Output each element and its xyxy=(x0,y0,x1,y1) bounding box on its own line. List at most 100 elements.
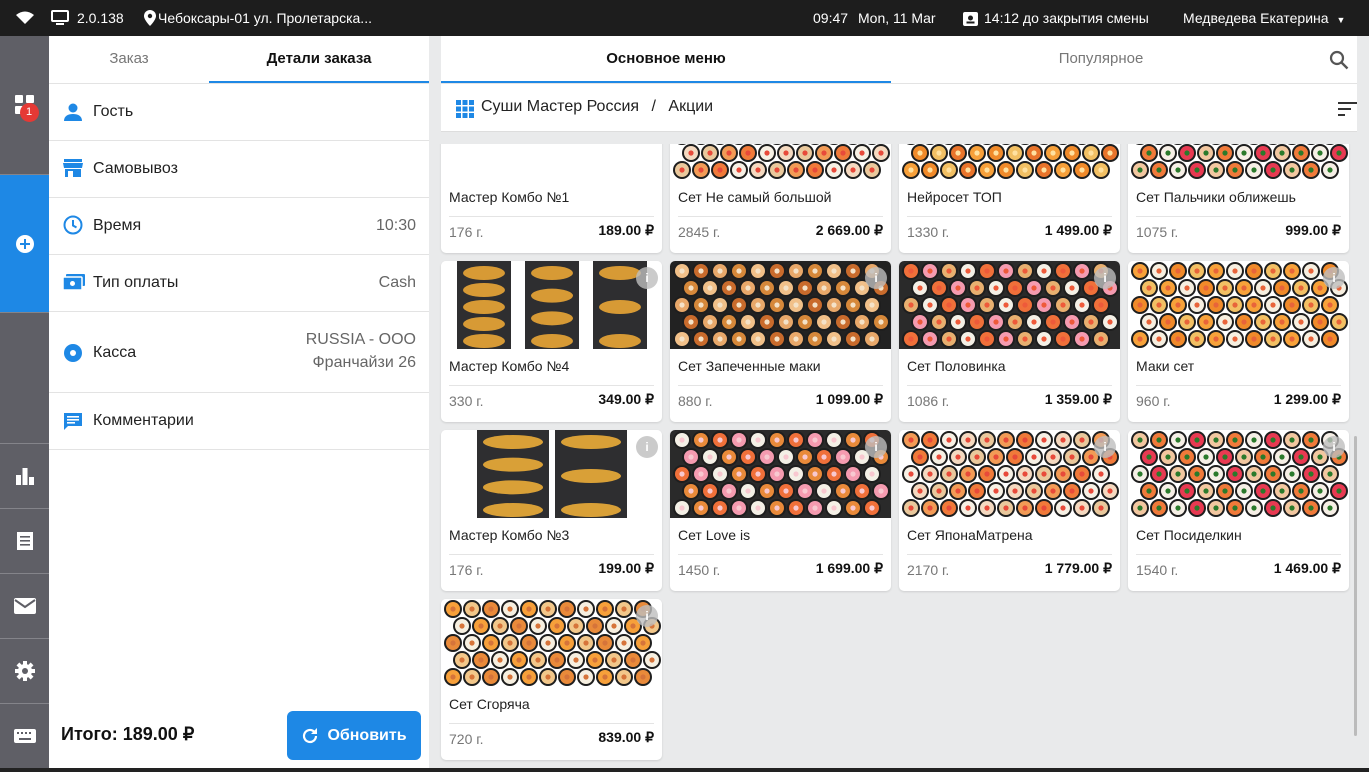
product-card[interactable]: i Сет Love is 1450 г. 1 699.00 ₽ xyxy=(670,430,891,591)
refresh-button[interactable]: Обновить xyxy=(287,711,421,760)
sidebar-item-messages[interactable] xyxy=(0,574,49,639)
status-bar: 2.0.138 Чебоксары-01 ул. Пролетарска... … xyxy=(0,0,1369,36)
divider xyxy=(1136,554,1341,555)
info-icon[interactable]: i xyxy=(1094,436,1116,458)
sort-icon[interactable] xyxy=(1338,102,1357,116)
tab-main-menu[interactable]: Основное меню xyxy=(441,36,891,84)
row-guest[interactable]: Гость xyxy=(49,84,429,141)
scrollbar[interactable] xyxy=(1354,436,1357,736)
user-menu[interactable]: Медведева Екатерина ▼ xyxy=(1183,0,1345,36)
badge-icon xyxy=(963,0,978,36)
product-card[interactable]: i Маки сет 960 г. 1 299.00 ₽ xyxy=(1128,261,1349,422)
location-text[interactable]: Чебоксары-01 ул. Пролетарска... xyxy=(158,0,372,36)
product-card[interactable]: Сет Не самый большой 2845 г. 2 669.00 ₽ xyxy=(670,144,891,253)
caret-down-icon: ▼ xyxy=(1336,15,1346,25)
sidebar-item-reports[interactable] xyxy=(0,444,49,509)
tab-order[interactable]: Заказ xyxy=(49,36,209,84)
product-card[interactable]: Сет Пальчики оближешь 1075 г. 999.00 ₽ xyxy=(1128,144,1349,253)
search-icon[interactable] xyxy=(1329,50,1349,70)
tab-order-details[interactable]: Детали заказа xyxy=(209,36,429,84)
product-image xyxy=(670,144,891,180)
time-value: 10:30 xyxy=(375,217,416,234)
product-image xyxy=(1128,144,1349,180)
divider xyxy=(449,385,654,386)
add-circle-icon xyxy=(15,234,34,253)
product-card[interactable]: Нейросет ТОП 1330 г. 1 499.00 ₽ xyxy=(899,144,1120,253)
divider xyxy=(907,385,1112,386)
product-name: Сет Посиделкин xyxy=(1136,527,1242,543)
product-image xyxy=(899,261,1120,349)
person-icon xyxy=(64,103,82,121)
product-price: 1 779.00 ₽ xyxy=(1044,560,1112,576)
wifi-icon xyxy=(15,0,35,36)
product-card[interactable]: Мастер Комбо №1 176 г. 189.00 ₽ xyxy=(441,144,662,253)
orders-badge: 1 xyxy=(19,103,39,122)
divider xyxy=(449,723,654,724)
breadcrumb: Суши Мастер Россия / Акции xyxy=(481,98,713,116)
menu-header: Основное меню Популярное Суши Мастер Рос… xyxy=(441,36,1357,132)
product-card[interactable]: i Сет Половинка 1086 г. 1 359.00 ₽ xyxy=(899,261,1120,422)
product-card[interactable]: i Мастер Комбо №3 176 г. 199.00 ₽ xyxy=(441,430,662,591)
info-icon[interactable]: i xyxy=(1094,267,1116,289)
divider xyxy=(441,83,1357,84)
row-time[interactable]: Время 10:30 xyxy=(49,198,429,255)
receipt-icon xyxy=(16,532,33,550)
product-card[interactable]: i Сет ЯпонаМатрена 2170 г. 1 779.00 ₽ xyxy=(899,430,1120,591)
product-card[interactable]: i Мастер Комбо №4 330 г. 349.00 ₽ xyxy=(441,261,662,422)
refresh-icon xyxy=(303,727,318,743)
tab-popular[interactable]: Популярное xyxy=(891,36,1311,84)
divider xyxy=(678,554,883,555)
monitor-icon xyxy=(51,0,69,36)
product-price: 1 359.00 ₽ xyxy=(1044,391,1112,407)
shift-timer: 14:12 до закрытия смены xyxy=(984,10,1149,26)
sidebar-item-empty xyxy=(0,313,49,444)
info-icon[interactable]: i xyxy=(636,605,658,627)
time-label: Время xyxy=(93,217,142,234)
product-weight: 1330 г. xyxy=(907,224,950,240)
clock-date: Mon, 11 Mar xyxy=(858,10,936,26)
info-icon[interactable]: i xyxy=(1323,267,1345,289)
product-price: 1 499.00 ₽ xyxy=(1044,222,1112,238)
product-price: 189.00 ₽ xyxy=(598,222,654,238)
product-card[interactable]: i Сет Посиделкин 1540 г. 1 469.00 ₽ xyxy=(1128,430,1349,591)
product-name: Нейросет ТОП xyxy=(907,189,1002,205)
row-payment[interactable]: Тип оплаты Cash xyxy=(49,255,429,312)
divider xyxy=(907,216,1112,217)
sidebar-item-new-order[interactable] xyxy=(0,175,49,313)
guest-label: Гость xyxy=(93,103,134,120)
product-price: 839.00 ₽ xyxy=(598,729,654,745)
product-card[interactable]: i Сет Сгоряча 720 г. 839.00 ₽ xyxy=(441,599,662,760)
keyboard-icon xyxy=(13,729,36,743)
row-comments[interactable]: Комментарии xyxy=(49,393,429,450)
mail-icon xyxy=(13,598,36,614)
product-image xyxy=(1128,261,1349,349)
product-weight: 2170 г. xyxy=(907,562,950,578)
product-weight: 1086 г. xyxy=(907,393,950,409)
product-weight: 720 г. xyxy=(449,731,484,747)
info-icon[interactable]: i xyxy=(1323,436,1345,458)
product-image xyxy=(441,261,662,349)
product-image xyxy=(441,430,662,518)
breadcrumb-root[interactable]: Суши Мастер Россия xyxy=(481,98,639,115)
sidebar-item-receipts[interactable] xyxy=(0,509,49,574)
product-image xyxy=(670,261,891,349)
product-card[interactable]: i Сет Запеченные маки 880 г. 1 099.00 ₽ xyxy=(670,261,891,422)
pickup-label: Самовывоз xyxy=(93,160,178,177)
sidebar: 1 xyxy=(0,36,49,768)
product-weight: 2845 г. xyxy=(678,224,721,240)
sidebar-item-settings[interactable] xyxy=(0,639,49,704)
sidebar-item-orders[interactable]: 1 xyxy=(0,36,49,175)
info-icon[interactable]: i xyxy=(865,436,887,458)
info-icon[interactable]: i xyxy=(636,436,658,458)
info-icon[interactable]: i xyxy=(865,267,887,289)
product-weight: 176 г. xyxy=(449,562,484,578)
row-cashier[interactable]: Касса RUSSIA - ООО Франчайзи 26 xyxy=(49,312,429,393)
info-icon[interactable]: i xyxy=(636,267,658,289)
product-name: Сет Сгоряча xyxy=(449,696,530,712)
row-pickup[interactable]: Самовывоз xyxy=(49,141,429,198)
cashier-value-1: RUSSIA - ООО xyxy=(305,331,416,348)
sidebar-item-keyboard[interactable] xyxy=(0,704,49,768)
register-icon xyxy=(64,344,82,362)
product-price: 1 299.00 ₽ xyxy=(1273,391,1341,407)
divider xyxy=(678,385,883,386)
